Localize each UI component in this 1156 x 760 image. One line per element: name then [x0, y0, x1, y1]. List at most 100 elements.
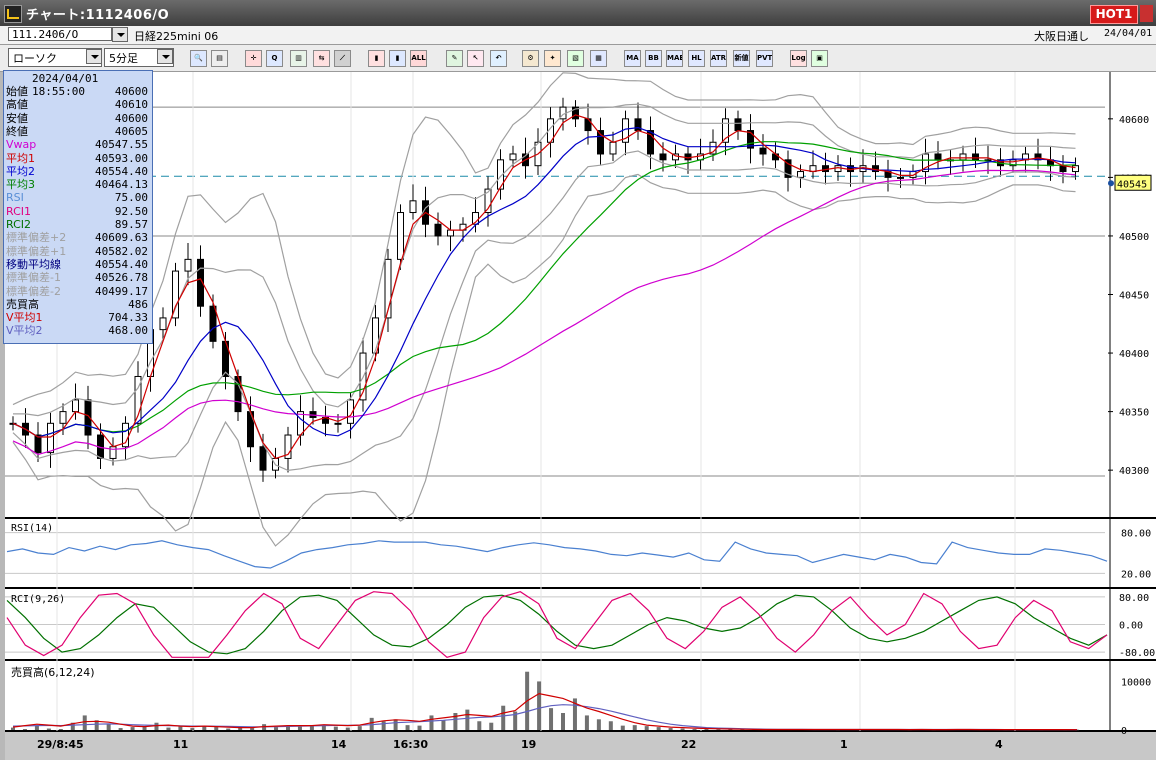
symbol-dropdown-icon[interactable] — [112, 27, 128, 42]
chart-svg[interactable]: RSI(14) RCI(9,26) 売買高(6,12,24) 40600 4055… — [5, 72, 1156, 760]
rci-tick-label: 80.00 — [1119, 593, 1149, 604]
time-tick-label: 22 — [681, 738, 696, 751]
bb-icon[interactable]: BB — [645, 50, 662, 67]
info-row: 標準偏差+1 40582.02 — [6, 245, 150, 258]
info-row-label: 標準偏差+2 — [6, 231, 67, 245]
info-row-label: 平均2 — [6, 164, 35, 178]
info-row-value: 40600 — [114, 111, 148, 125]
crosshair-icon[interactable]: ✛ — [245, 50, 262, 67]
current-price-marker — [1108, 180, 1114, 187]
candle-body — [609, 141, 617, 155]
volume-bar — [369, 717, 374, 730]
ruler-icon[interactable]: ⟋ — [334, 50, 351, 67]
bar-chart-icon[interactable]: ▥ — [290, 50, 307, 67]
window-title: チャート:1112406/O — [26, 8, 170, 23]
info-row-value: 40605 — [114, 124, 148, 138]
info-row-value: 40554.40 — [95, 257, 148, 271]
rsi-label: RSI(14) — [11, 523, 53, 534]
info-row: 高値 40610 — [6, 98, 150, 111]
symbol-input[interactable]: 111.2406/O — [8, 27, 112, 41]
rci-tick-label: -80.00 — [1119, 648, 1155, 659]
volume-bar — [549, 708, 554, 730]
volume-label: 売買高(6,12,24) — [11, 665, 95, 679]
volume-bar — [333, 726, 338, 730]
atr-icon[interactable]: ATR — [710, 50, 727, 67]
chart-area[interactable]: RSI(14) RCI(9,26) 売買高(6,12,24) 40600 4055… — [5, 72, 1156, 760]
kagi-icon[interactable]: 新値 — [733, 50, 750, 67]
date-label: 24/04/01 — [1104, 28, 1153, 39]
info-row: 安値 40600 — [6, 112, 150, 125]
candle-body — [734, 118, 742, 132]
info-row-label: 標準偏差-2 — [6, 284, 61, 298]
back-icon[interactable]: ↶ — [490, 50, 507, 67]
info-row-value: 89.57 — [114, 218, 148, 231]
mae-icon[interactable]: MAE — [666, 50, 683, 67]
chart-type-dropdown-icon[interactable] — [86, 49, 102, 64]
price-tick-label: 40400 — [1119, 349, 1149, 360]
swap-icon[interactable]: ⇆ — [313, 50, 330, 67]
info-row-label: 売買高 — [6, 297, 39, 311]
info-panel: 2024/04/01 18:55:00 始値 40600 高値 40610 安値 4060… — [3, 70, 153, 344]
candle-body — [297, 411, 304, 436]
time-tick-label: 29/8:45 — [37, 738, 84, 751]
magnify-icon[interactable]: Q — [266, 50, 283, 67]
info-row-value: 40554.40 — [95, 164, 148, 178]
candle-body — [659, 153, 667, 161]
title-bar[interactable]: チャート:1112406/O HOT1 — [0, 0, 1156, 26]
grid-icon[interactable]: ▦ — [590, 50, 607, 67]
volume-bar — [22, 729, 27, 730]
volume-bar — [441, 720, 446, 730]
info-bar: 111.2406/O 日経225mini 06 大阪日通し 24/04/01 — [0, 26, 1156, 45]
close-icon[interactable] — [1140, 5, 1153, 22]
candle-red-icon[interactable]: ▮ — [368, 50, 385, 67]
info-row: 平均3 40464.13 — [6, 178, 150, 191]
volume-bar — [537, 681, 542, 730]
session-label: 大阪日通し — [1034, 30, 1089, 43]
wrench-icon[interactable]: ✦ — [544, 50, 561, 67]
volume-bar — [644, 726, 649, 730]
log-icon[interactable]: Log — [790, 50, 807, 67]
info-row-label: 終値 — [6, 124, 28, 138]
info-row-label: V平均2 — [6, 324, 43, 338]
volume-bar — [106, 724, 111, 730]
info-row: 標準偏差-1 40526.78 — [6, 271, 150, 284]
info-row-label: 高値 — [6, 98, 28, 112]
volume-bar — [357, 726, 362, 730]
candle-body — [59, 411, 67, 424]
info-row-value: 40593.00 — [95, 151, 148, 165]
ma-icon[interactable]: MA — [624, 50, 641, 67]
volume-bar — [561, 713, 565, 730]
cursor-icon[interactable]: ↖ — [467, 50, 484, 67]
all-icon[interactable]: ALL — [410, 50, 427, 67]
info-row-value: 704.33 — [108, 311, 148, 325]
candle-body — [159, 317, 167, 331]
window-icon[interactable]: ▣ — [811, 50, 828, 67]
split-icon[interactable]: ▤ — [211, 50, 228, 67]
interval-dropdown-icon[interactable] — [157, 49, 173, 64]
info-row: 標準偏差+2 40609.63 — [6, 231, 150, 244]
volume-bar — [154, 722, 159, 730]
info-row-label: 移動平均線 — [6, 257, 61, 271]
palette-icon[interactable]: ▧ — [567, 50, 584, 67]
volume-bar — [297, 726, 302, 730]
hl-icon[interactable]: HL — [688, 50, 705, 67]
hot1-button[interactable]: HOT1 — [1090, 5, 1138, 24]
volume-bar — [417, 725, 422, 730]
volume-bar — [166, 727, 171, 730]
gear-icon[interactable]: ⚙ — [522, 50, 539, 67]
candle-body — [897, 176, 904, 179]
info-row-value: 40609.63 — [95, 231, 148, 245]
zoom-icon[interactable]: 🔍 — [190, 50, 207, 67]
candle-body — [34, 434, 42, 454]
candle-body — [834, 165, 842, 173]
candle-blue-icon[interactable]: ▮ — [389, 50, 406, 67]
pvt-icon[interactable]: PVT — [756, 50, 773, 67]
info-row: RCI2 89.57 — [6, 218, 150, 231]
info-row: RSI 75.00 — [6, 191, 150, 204]
price-tick-label: 40300 — [1119, 466, 1149, 477]
pencil-icon[interactable]: ✎ — [446, 50, 463, 67]
volume-bar — [58, 729, 63, 730]
info-row-value: 92.50 — [114, 204, 148, 218]
info-row-value: 40547.55 — [95, 138, 148, 152]
info-row: 始値 40600 — [6, 85, 150, 98]
